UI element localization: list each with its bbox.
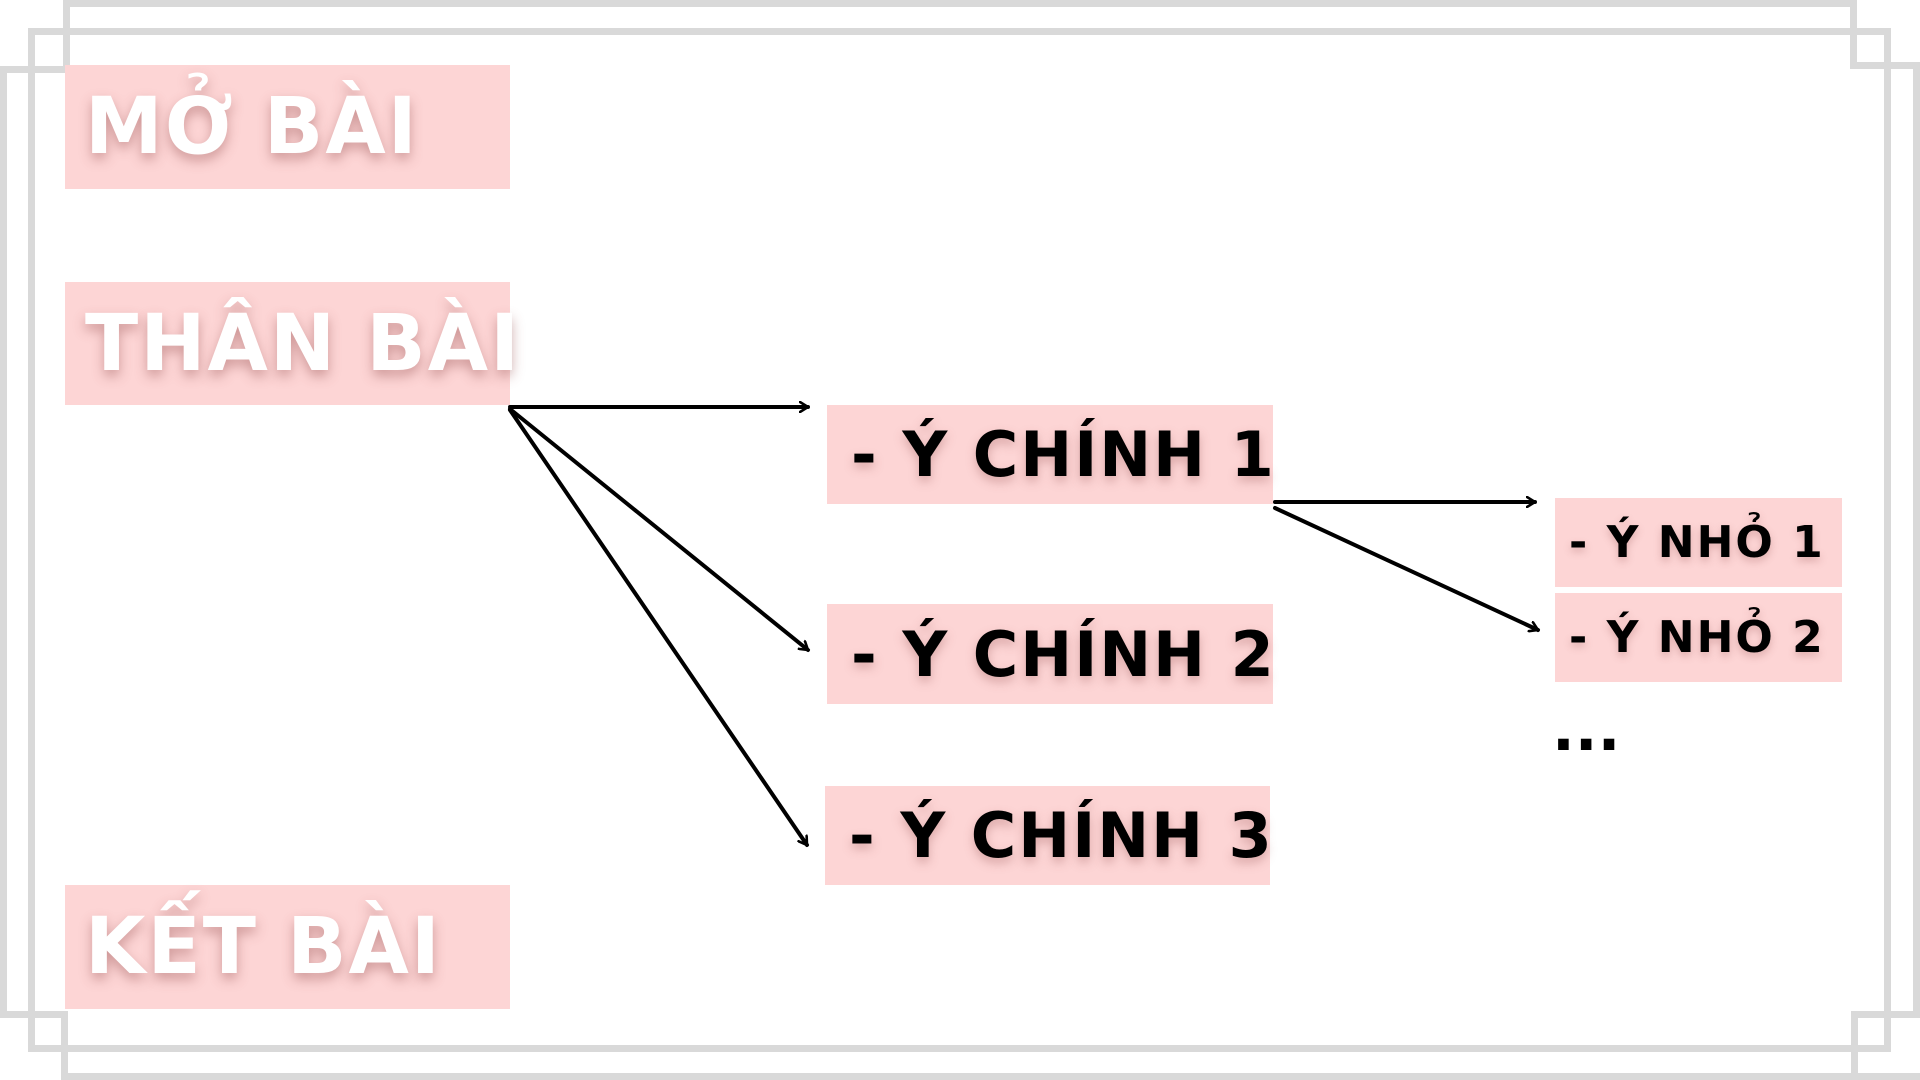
- arrow-body-to-main-2: [508, 407, 810, 652]
- connector-arrows: [508, 0, 1540, 847]
- arrow-main1-to-sub-2: [1273, 506, 1540, 630]
- arrow-body-to-main-3: [508, 408, 809, 847]
